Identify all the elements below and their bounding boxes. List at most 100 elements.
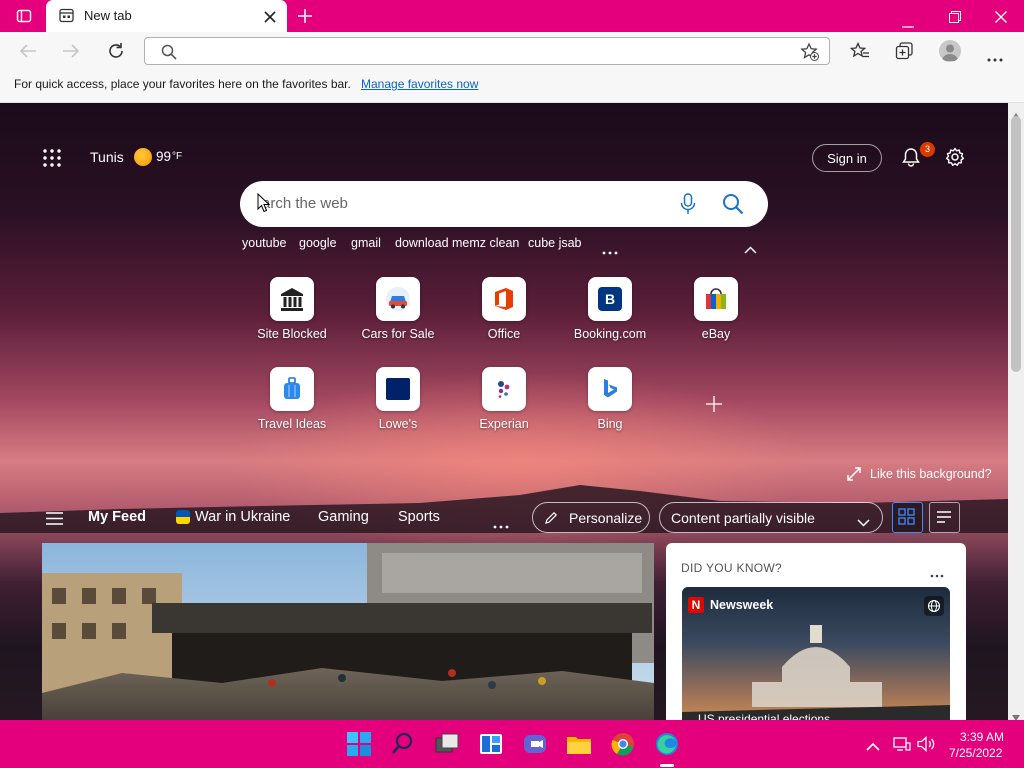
sunny-weather-icon	[134, 148, 152, 166]
favorites-icon[interactable]	[849, 41, 870, 60]
quick-link-label-office: Office	[487, 327, 521, 341]
search-submit-icon[interactable]	[722, 193, 744, 215]
quick-link-cars-for-sale[interactable]	[376, 277, 420, 321]
suitcase-icon	[284, 377, 300, 399]
network-icon[interactable]	[893, 736, 911, 752]
file-explorer-icon[interactable]	[565, 730, 593, 758]
quick-search-cube-jsab[interactable]: cube jsab	[528, 236, 582, 250]
car-icon	[386, 287, 410, 311]
quick-link-travel-ideas[interactable]	[270, 367, 314, 411]
new-tab-plus-icon[interactable]	[297, 8, 313, 24]
list-layout-toggle[interactable]	[929, 502, 960, 533]
manage-favorites-link[interactable]: Manage favorites now	[361, 77, 478, 91]
quick-link-office[interactable]	[482, 277, 526, 321]
chrome-icon[interactable]	[609, 730, 637, 758]
card-more-options-icon[interactable]	[930, 565, 944, 578]
quick-link-label-cars-for-sale: Cars for Sale	[361, 327, 435, 341]
weather-temperature: 99	[156, 149, 172, 164]
settings-gear-icon[interactable]	[945, 147, 965, 167]
scroll-down-arrow[interactable]	[1012, 708, 1020, 721]
personalize-button[interactable]: Personalize	[532, 502, 650, 533]
voice-search-mic-icon[interactable]	[680, 193, 696, 215]
quick-link-ebay[interactable]	[694, 277, 738, 321]
add-favorite-icon[interactable]	[800, 42, 820, 62]
web-search-placeholder[interactable]: arch the web	[262, 195, 348, 212]
museum-icon	[281, 288, 303, 311]
quick-link-label-booking: Booking.com	[573, 327, 647, 341]
experian-icon	[498, 381, 510, 398]
start-windows-icon[interactable]	[345, 730, 373, 758]
more-quick-searches-icon[interactable]	[602, 242, 618, 255]
list-view-icon	[937, 511, 951, 523]
temperature-unit: °F	[172, 151, 183, 162]
profile-avatar[interactable]	[939, 40, 961, 62]
quick-link-label-site-blocked: Site Blocked	[257, 327, 327, 341]
did-you-know-card[interactable]: DID YOU KNOW? N Newsweek US presidential…	[666, 543, 966, 720]
sign-in-button[interactable]: Sign in	[812, 144, 882, 172]
tab-title: New tab	[84, 8, 132, 23]
quick-link-site-blocked[interactable]	[270, 277, 314, 321]
tab-sports[interactable]: Sports	[398, 509, 440, 525]
back-icon[interactable]	[19, 43, 37, 59]
restore-icon[interactable]	[949, 10, 961, 23]
notifications-bell-icon[interactable]	[901, 147, 921, 167]
scroll-up-arrow[interactable]	[1012, 106, 1020, 119]
refresh-icon[interactable]	[107, 42, 125, 60]
globe-icon[interactable]	[924, 596, 944, 616]
source-name: Newsweek	[710, 598, 774, 612]
quick-search-memz[interactable]: download memz clean	[395, 236, 519, 250]
news-card-main-image[interactable]	[42, 543, 654, 720]
more-menu-icon[interactable]	[987, 49, 1003, 62]
quick-search-youtube[interactable]: youtube	[242, 236, 286, 250]
close-window-icon[interactable]	[995, 10, 1007, 23]
add-quick-link-plus-icon[interactable]	[706, 396, 722, 412]
teams-chat-icon[interactable]	[521, 730, 549, 758]
tab-my-feed[interactable]: My Feed	[88, 509, 146, 525]
tab-gaming[interactable]: Gaming	[318, 509, 369, 525]
task-view-icon[interactable]	[433, 730, 461, 758]
tab-new-tab[interactable]	[46, 0, 287, 32]
content-visibility-dropdown[interactable]: Content partially visible	[659, 502, 883, 533]
ebay-bag-icon	[706, 288, 726, 309]
quick-link-bing[interactable]	[588, 367, 632, 411]
collections-icon[interactable]	[895, 42, 914, 60]
quick-search-gmail[interactable]: gmail	[351, 236, 381, 250]
pencil-icon	[544, 511, 558, 525]
volume-icon[interactable]	[917, 736, 936, 752]
grid-layout-toggle[interactable]	[892, 502, 923, 533]
quick-link-lowes[interactable]	[376, 367, 420, 411]
quick-link-booking[interactable]: B	[588, 277, 632, 321]
show-hidden-icons-chevron-icon[interactable]	[866, 738, 880, 751]
widgets-icon[interactable]	[477, 730, 505, 758]
like-background-link[interactable]: Like this background?	[870, 467, 992, 481]
clock-date[interactable]: 7/25/2022	[949, 746, 1002, 760]
search-icon	[161, 44, 177, 60]
quick-search-google[interactable]: google	[299, 236, 337, 250]
expand-arrows-icon[interactable]	[847, 467, 861, 481]
grid-view-icon	[898, 508, 915, 525]
forward-icon[interactable]	[62, 43, 80, 59]
office-icon	[495, 288, 513, 310]
bing-icon	[604, 379, 617, 398]
scrollbar-thumb[interactable]	[1011, 116, 1021, 372]
feed-menu-hamburger-icon[interactable]	[46, 512, 63, 525]
more-feed-tabs-icon[interactable]	[493, 516, 509, 529]
close-tab-icon[interactable]	[264, 10, 276, 23]
address-bar[interactable]	[144, 37, 830, 65]
collapse-chevron-up-icon[interactable]	[744, 241, 757, 254]
apps-launcher-icon[interactable]	[43, 149, 61, 167]
search-taskbar-icon[interactable]	[389, 730, 417, 758]
minimize-icon[interactable]	[902, 15, 914, 28]
chevron-down-icon	[857, 514, 870, 527]
weather-location[interactable]: Tunis	[90, 149, 124, 165]
edge-browser-icon[interactable]	[653, 730, 681, 758]
did-you-know-heading: DID YOU KNOW?	[681, 561, 783, 575]
tab-actions-icon[interactable]	[16, 8, 32, 24]
newsweek-story-image[interactable]: N Newsweek US presidential elections	[682, 587, 950, 720]
source-badge-icon: N	[688, 597, 704, 613]
clock-time[interactable]: 3:39 AM	[960, 730, 1004, 744]
quick-link-experian[interactable]	[482, 367, 526, 411]
tab-war-in-ukraine[interactable]: War in Ukraine	[195, 509, 290, 525]
newtab-page-icon	[59, 8, 74, 23]
quick-link-label-bing: Bing	[597, 417, 623, 431]
